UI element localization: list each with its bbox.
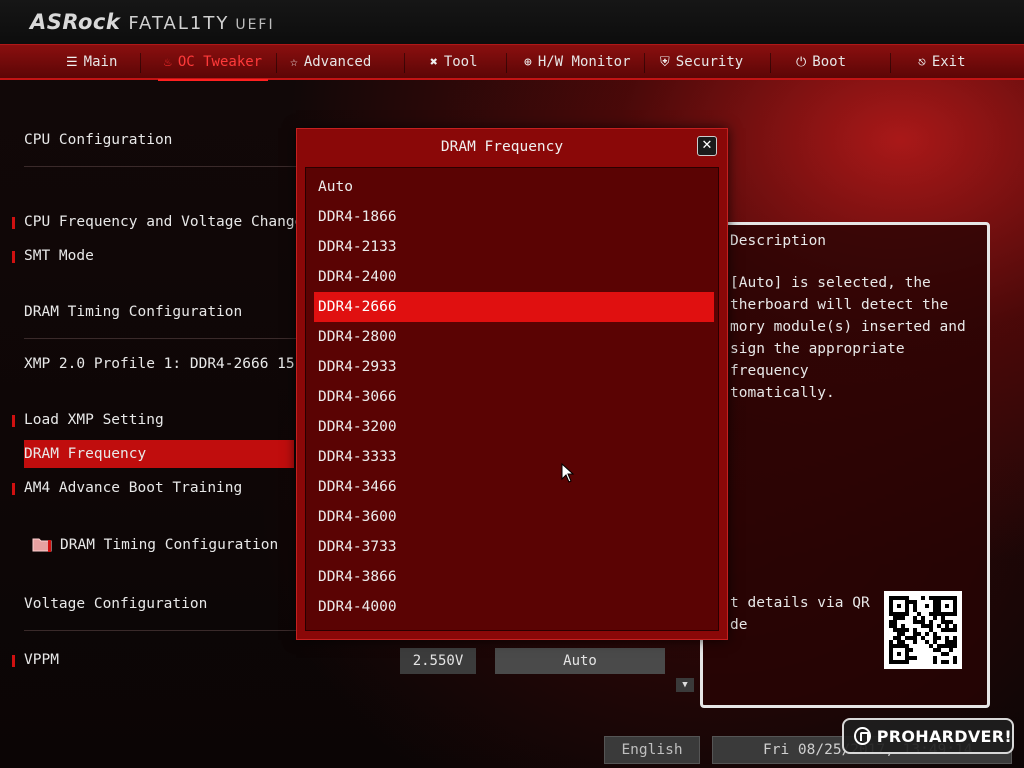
tab-oc-tweaker[interactable]: ♨ OC Tweaker: [157, 45, 269, 81]
list-icon: ☰: [66, 54, 78, 70]
exit-icon: ⎋: [918, 54, 926, 70]
asrock-fatal1ty-logo: ASRock FATAL1TY UEFI: [30, 10, 275, 34]
prohardver-logo-icon: [854, 727, 871, 745]
scroll-down-arrow-icon[interactable]: ▼: [676, 678, 694, 692]
tab-label: Exit: [931, 54, 966, 70]
tab-boot[interactable]: ⏻ Boot: [796, 45, 846, 79]
tab-exit[interactable]: ⎋ Exit: [918, 45, 966, 79]
tab-label: Advanced: [303, 54, 372, 70]
dram-frequency-item[interactable]: DRAM Frequency: [24, 446, 146, 462]
smt-mode-item[interactable]: SMT Mode: [12, 248, 94, 264]
prohardver-watermark: PROHARDVER!: [842, 718, 1014, 754]
popup-title: DRAM Frequency: [440, 139, 564, 155]
vppm-item[interactable]: VPPM: [12, 652, 59, 668]
tab-label: Tool: [443, 54, 478, 70]
dram-frequency-popup: DRAM Frequency ✕ Auto DDR4-1866 DDR4-213…: [296, 128, 728, 640]
wrench-icon: ✖: [430, 54, 438, 70]
frequency-option[interactable]: DDR4-2933: [314, 352, 714, 382]
frequency-option[interactable]: DDR4-2800: [314, 322, 714, 352]
power-icon: ⏻: [796, 54, 807, 70]
watermark-text: PROHARDVER!: [876, 726, 1012, 746]
tab-label: Main: [83, 54, 118, 70]
frequency-option[interactable]: DDR4-3333: [314, 442, 714, 472]
tab-label: OC Tweaker: [177, 54, 263, 70]
tab-label: Security: [675, 54, 744, 70]
tab-main[interactable]: ☰ Main: [66, 45, 117, 79]
logo-brand: ASRock: [30, 10, 121, 34]
flame-icon: ♨: [164, 54, 172, 70]
frequency-option[interactable]: DDR4-4000: [314, 592, 714, 622]
logo-uefi: UEFI: [235, 17, 275, 33]
frequency-option[interactable]: DDR4-3600: [314, 502, 714, 532]
am4-advance-boot-training-item[interactable]: AM4 Advance Boot Training: [11, 480, 242, 496]
frequency-option[interactable]: DDR4-3200: [314, 412, 714, 442]
star-icon: ☆: [290, 54, 298, 70]
description-text: [Auto] is selected, the therboard will d…: [730, 275, 966, 401]
qr-code-icon: [884, 591, 962, 669]
logo-product: FATAL1TY: [128, 13, 230, 34]
qr-details-text: t details via QR de: [730, 595, 870, 633]
frequency-option[interactable]: Auto: [314, 172, 714, 202]
tab-hw-monitor[interactable]: ⊕ H/W Monitor: [524, 45, 631, 79]
frequency-option[interactable]: DDR4-2133: [314, 232, 714, 262]
frequency-option-selected[interactable]: DDR4-2666: [314, 292, 714, 322]
dram-timing-configuration-header: DRAM Timing Configuration: [24, 304, 243, 320]
vppm-value: 2.550V: [400, 648, 476, 674]
shield-icon: ⛨: [660, 54, 670, 70]
cpu-configuration-header: CPU Configuration: [24, 132, 173, 148]
frequency-option[interactable]: DDR4-3066: [314, 382, 714, 412]
tab-security[interactable]: ⛨ Security: [660, 45, 743, 79]
monitor-icon: ⊕: [524, 54, 532, 70]
frequency-option[interactable]: DDR4-3866: [314, 562, 714, 592]
frequency-option[interactable]: DDR4-2400: [314, 262, 714, 292]
cpu-frequency-voltage-item[interactable]: CPU Frequency and Voltage Change: [11, 214, 303, 230]
load-xmp-setting-item[interactable]: Load XMP Setting: [12, 412, 164, 428]
mouse-cursor-icon: [561, 463, 575, 483]
description-title: Description: [730, 233, 827, 249]
vppm-option[interactable]: Auto: [495, 648, 665, 674]
top-bar: ASRock FATAL1TY UEFI: [0, 0, 1024, 44]
frequency-option[interactable]: DDR4-1866: [314, 202, 714, 232]
tab-label: H/W Monitor: [537, 54, 631, 70]
frequency-option[interactable]: DDR4-3733: [314, 532, 714, 562]
main-nav: ☰ Main ♨ OC Tweaker ☆ Advanced ✖ Tool ⊕ …: [0, 44, 1024, 81]
dram-timing-configuration-folder[interactable]: DRAM Timing Configuration: [47, 537, 278, 553]
xmp-profile-info: XMP 2.0 Profile 1: DDR4-2666 15-17: [24, 356, 321, 372]
language-button[interactable]: English: [604, 736, 700, 764]
voltage-configuration-header: Voltage Configuration: [24, 596, 208, 612]
tab-tool[interactable]: ✖ Tool: [430, 45, 478, 79]
frequency-options-list: Auto DDR4-1866 DDR4-2133 DDR4-2400 DDR4-…: [305, 167, 719, 631]
frequency-option[interactable]: DDR4-3466: [314, 472, 714, 502]
tab-label: Boot: [812, 54, 847, 70]
tab-advanced[interactable]: ☆ Advanced: [290, 45, 371, 79]
close-icon[interactable]: ✕: [697, 136, 717, 156]
